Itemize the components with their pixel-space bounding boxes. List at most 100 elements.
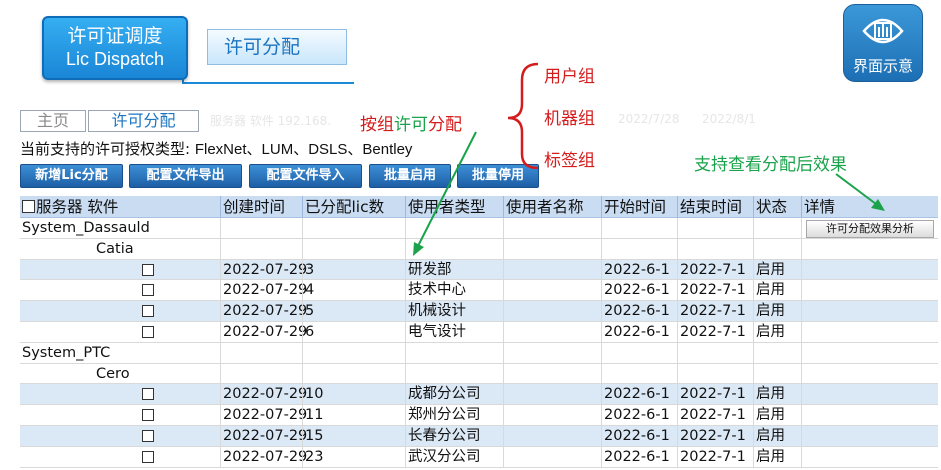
user-name [503,321,601,342]
table-header: 服务器 软件 创建时间 已分配lic数 使用者类型 使用者名称 开始时间 结束时… [20,196,938,218]
tab-license-allocation[interactable]: 许可分配 [88,110,199,132]
batch-disable-button[interactable]: 批量停用 [457,164,539,188]
end-date: 2022-7-1 [677,259,753,280]
detail-cell [801,259,938,280]
empty-cell [220,238,302,259]
view-icon-badge: 界面示意 [843,4,923,82]
row-checkbox[interactable] [142,388,154,401]
end-date: 2022-7-1 [677,384,753,405]
user-type: 电气设计 [405,321,503,342]
row-checkbox[interactable] [142,450,154,463]
row-checkbox[interactable] [142,305,154,318]
allocated-count: 3 [302,259,405,280]
empty-cell [601,218,677,238]
created-date: 2022-07-29 [220,321,307,342]
end-date: 2022-7-1 [677,301,753,321]
title-en: Lic Dispatch [65,49,165,69]
annotation-user-group: 用户组 [544,67,595,87]
empty-cell [405,218,503,238]
user-type: 武汉分公司 [405,446,503,467]
license-effect-analysis-button[interactable]: 许可分配效果分析 [806,220,934,238]
user-type: 研发部 [405,259,503,280]
user-type: 机械设计 [405,301,503,321]
header-user-name: 使用者名称 [503,196,601,217]
allocation-table: 服务器 软件 创建时间 已分配lic数 使用者类型 使用者名称 开始时间 结束时… [20,196,938,468]
user-name [503,425,601,446]
background-text-b: 2022/7/28 [618,112,680,126]
status-value: 启用 [753,301,801,321]
annotation-view-effect: 支持查看分配后效果 [694,155,847,175]
start-date: 2022-6-1 [601,425,677,446]
user-name [503,280,601,301]
user-type: 郑州分公司 [405,405,503,425]
user-name [503,405,601,425]
header-server-software: 服务器 软件 [20,196,220,217]
row-checkbox[interactable] [142,263,154,276]
row-checkbox[interactable] [142,325,154,338]
table-row: 2022-07-29 6 电气设计 2022-6-1 2022-7-1 启用 [20,321,938,343]
status-value: 启用 [753,446,801,467]
detail-cell [801,405,938,425]
empty-cell [801,363,938,384]
empty-cell [503,342,601,363]
import-config-button[interactable]: 配置文件导入 [249,164,362,188]
header-detail: 详情 [801,196,938,217]
table-row: 2022-07-29 23 武汉分公司 2022-6-1 2022-7-1 启用 [20,446,938,468]
user-name [503,446,601,467]
header-end: 结束时间 [677,196,753,217]
allocated-count: 5 [302,301,405,321]
row-select-cell [20,384,220,404]
empty-cell [220,218,302,238]
add-lic-allocation-button[interactable]: 新增Lic分配 [20,164,123,188]
start-date: 2022-6-1 [601,321,677,342]
empty-cell [302,238,405,259]
supported-types-prefix: 当前支持的许可授权类型: [20,140,191,158]
annotation-by-group: 按组许可分配 [360,115,462,135]
user-type: 成都分公司 [405,384,503,405]
software-row: Catia [20,238,938,260]
server-name: System_Dassauld [22,220,150,236]
red-brace [507,62,539,170]
empty-cell [405,342,503,363]
server-name: System_PTC [22,344,111,361]
empty-cell [677,218,753,238]
table-row: 2022-07-29 10 成都分公司 2022-6-1 2022-7-1 启用 [20,384,938,406]
header-user-type: 使用者类型 [405,196,503,217]
created-date: 2022-07-29 [220,280,307,301]
row-select-cell [20,426,220,446]
start-date: 2022-6-1 [601,405,677,425]
created-date: 2022-07-29 [220,259,307,280]
row-select-cell [20,280,220,300]
title-subtitle: 许可分配 [207,29,347,65]
header-created: 创建时间 [220,196,302,217]
detail-cell [801,384,938,405]
allocated-count: 6 [302,321,405,342]
table-row: 2022-07-29 3 研发部 2022-6-1 2022-7-1 启用 [20,259,938,281]
detail-cell [801,321,938,342]
empty-cell [302,342,405,363]
table-row: 2022-07-29 11 郑州分公司 2022-6-1 2022-7-1 启用 [20,405,938,426]
status-value: 启用 [753,384,801,405]
detail-cell [801,446,938,467]
detail-cell [801,280,938,301]
empty-cell [601,363,677,384]
view-icon-label: 界面示意 [852,57,913,75]
row-checkbox[interactable] [142,409,154,422]
batch-enable-button[interactable]: 批量启用 [369,164,451,188]
empty-cell [503,218,601,238]
row-checkbox[interactable] [142,284,154,297]
empty-cell [753,363,801,384]
start-date: 2022-6-1 [601,280,677,301]
empty-cell [503,363,601,384]
export-config-button[interactable]: 配置文件导出 [129,164,242,188]
row-select-cell [20,322,220,342]
empty-cell [220,363,302,384]
created-date: 2022-07-29 [220,425,307,446]
empty-cell [753,218,801,238]
row-checkbox[interactable] [142,429,154,442]
select-all-checkbox[interactable] [22,200,35,213]
table-row: 2022-07-29 15 长春分公司 2022-6-1 2022-7-1 启用 [20,425,938,447]
tab-home[interactable]: 主页 [20,110,86,132]
server-row: System_Dassauld 许可分配效果分析 [20,218,938,239]
end-date: 2022-7-1 [677,405,753,425]
